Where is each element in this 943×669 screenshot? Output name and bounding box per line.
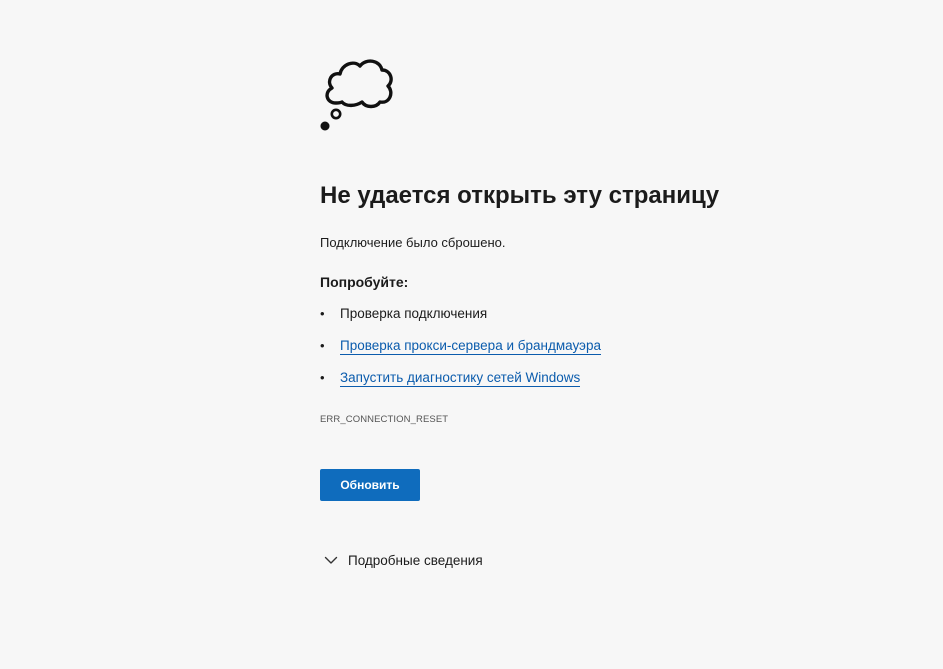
error-page: Не удается открыть эту страницу Подключе… — [0, 0, 943, 669]
run-network-diagnostics-link[interactable]: Запустить диагностику сетей Windows — [340, 370, 581, 387]
bullet-icon: • — [320, 370, 325, 385]
details-label: Подробные сведения — [348, 552, 483, 568]
details-toggle[interactable]: Подробные сведения — [324, 550, 483, 570]
bullet-icon: • — [320, 306, 325, 321]
reload-button[interactable]: Обновить — [320, 469, 420, 501]
check-proxy-firewall-link[interactable]: Проверка прокси-сервера и брандмауэра — [340, 338, 601, 355]
bullet-icon: • — [320, 338, 325, 353]
error-message: Подключение было сброшено. — [320, 235, 506, 250]
error-code: ERR_CONNECTION_RESET — [320, 414, 449, 425]
suggestion-check-connection: Проверка подключения — [340, 306, 488, 321]
chevron-down-icon — [324, 556, 338, 564]
try-heading: Попробуйте: — [320, 274, 409, 290]
page-title: Не удается открыть эту страницу — [320, 182, 720, 209]
thought-cloud-icon — [320, 59, 393, 131]
